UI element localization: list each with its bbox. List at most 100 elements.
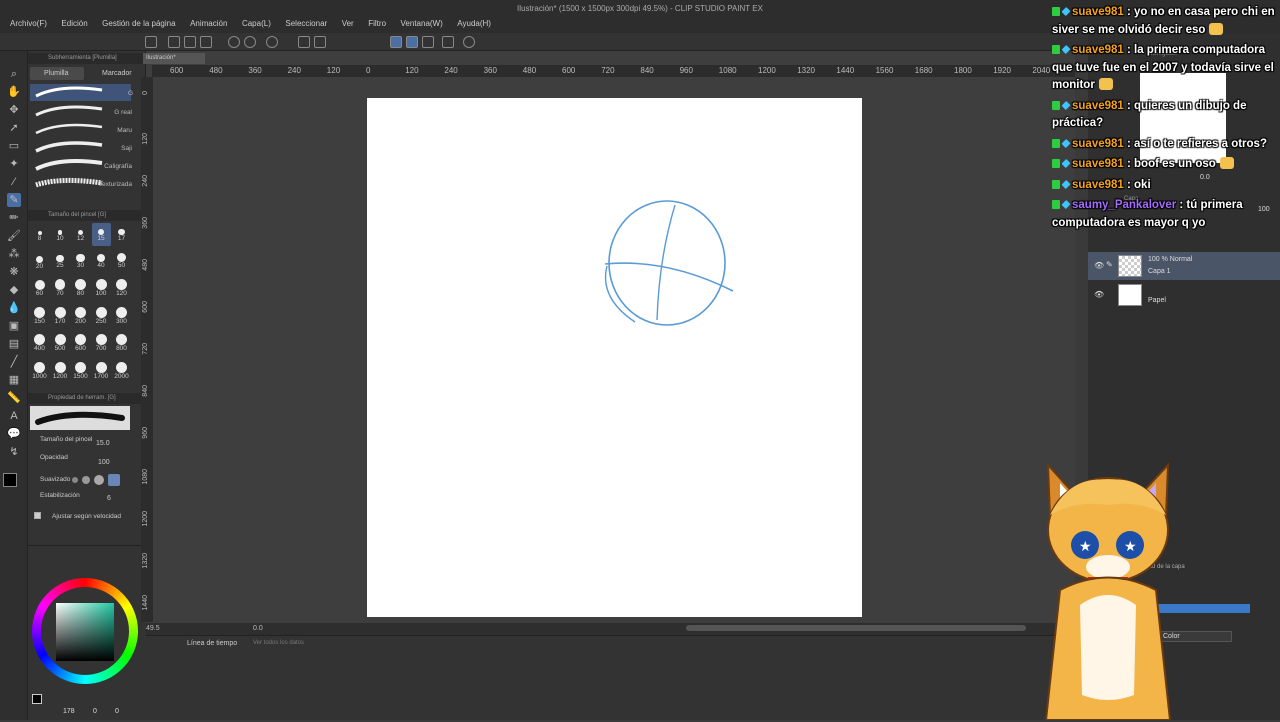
- drawing-paper[interactable]: [367, 98, 862, 617]
- brush-size-option[interactable]: 170: [51, 306, 70, 329]
- canvas-tab[interactable]: Ilustración*: [143, 53, 205, 64]
- edit-icon[interactable]: ✎: [1106, 260, 1113, 269]
- snap-special-ruler-icon[interactable]: [406, 36, 418, 48]
- figure-tool-icon[interactable]: ╱: [7, 355, 21, 369]
- menu-edicion[interactable]: Edición: [55, 17, 93, 31]
- brush-size-option[interactable]: 1500: [71, 361, 90, 384]
- brush-tool-icon[interactable]: 🖌: [7, 229, 21, 243]
- gradient-tool-icon[interactable]: ▤: [7, 337, 21, 351]
- brush-item-maru[interactable]: Maru: [30, 121, 132, 138]
- auto-select-icon[interactable]: ✦: [7, 157, 21, 171]
- fill-tool-icon[interactable]: ▣: [7, 319, 21, 333]
- menu-seleccionar[interactable]: Seleccionar: [279, 17, 333, 31]
- frame-tool-icon[interactable]: ▦: [7, 373, 21, 387]
- text-tool-icon[interactable]: A: [7, 409, 21, 423]
- brush-size-option[interactable]: 1000: [30, 361, 49, 384]
- settings-icon[interactable]: [463, 36, 475, 48]
- brush-size-option[interactable]: 80: [71, 278, 90, 301]
- brush-size-option[interactable]: 250: [92, 306, 111, 329]
- stabilization-value[interactable]: 6: [107, 495, 111, 502]
- brush-size-option[interactable]: 60: [30, 278, 49, 301]
- brush-size-option[interactable]: 1700: [92, 361, 111, 384]
- brush-size-option[interactable]: 100: [92, 278, 111, 301]
- main-color-swatch[interactable]: [3, 473, 17, 487]
- brush-size-option[interactable]: 12: [71, 223, 90, 246]
- brush-size-option[interactable]: 200: [71, 306, 90, 329]
- layer-row[interactable]: 👁 Papel: [1088, 281, 1280, 309]
- brush-size-option[interactable]: 70: [51, 278, 70, 301]
- menu-ventana[interactable]: Ventana(W): [395, 17, 449, 31]
- eye-icon[interactable]: 👁: [1094, 290, 1104, 299]
- snap-ruler-icon[interactable]: [390, 36, 402, 48]
- timeline-sub-label[interactable]: Ver todos los datos: [253, 640, 304, 646]
- menu-filtro[interactable]: Filtro: [362, 17, 392, 31]
- brush-size-option[interactable]: 30: [71, 251, 90, 274]
- transform-icon[interactable]: [314, 36, 326, 48]
- opacity-value[interactable]: 100: [98, 459, 110, 466]
- tab-plumilla[interactable]: Plumilla: [30, 67, 84, 80]
- brush-size-option[interactable]: 150: [30, 306, 49, 329]
- eye-icon[interactable]: 👁: [1094, 261, 1104, 270]
- move-tool-icon[interactable]: ✥: [7, 103, 21, 117]
- menu-ver[interactable]: Ver: [336, 17, 360, 31]
- hand-tool-icon[interactable]: ✋: [7, 85, 21, 99]
- brush-size-option[interactable]: 25: [51, 251, 70, 274]
- brush-size-option[interactable]: 17: [112, 223, 131, 246]
- brush-size-option[interactable]: 700: [92, 333, 111, 356]
- horizontal-scrollbar[interactable]: [686, 625, 1026, 631]
- fill-icon[interactable]: [298, 36, 310, 48]
- menu-ayuda[interactable]: Ayuda(H): [451, 17, 497, 31]
- menu-archivo[interactable]: Archivo(F): [4, 17, 53, 31]
- brush-item-g-real[interactable]: G real: [30, 103, 132, 120]
- anti-alias-selector[interactable]: [72, 474, 132, 486]
- brush-size-option[interactable]: 400: [30, 333, 49, 356]
- brush-size-option[interactable]: 120: [112, 278, 131, 301]
- brush-size-option[interactable]: 800: [112, 333, 131, 356]
- menu-animacion[interactable]: Animación: [184, 17, 233, 31]
- color-wheel[interactable]: [32, 578, 138, 684]
- decoration-tool-icon[interactable]: ❋: [7, 265, 21, 279]
- brush-size-option[interactable]: 10: [51, 223, 70, 246]
- eyedropper-icon[interactable]: ⁄: [7, 175, 21, 189]
- selection-tool-icon[interactable]: ▭: [7, 139, 21, 153]
- brush-size-option[interactable]: 2000: [112, 361, 131, 384]
- balloon-tool-icon[interactable]: 💬: [7, 427, 21, 441]
- brush-size-option[interactable]: 600: [71, 333, 90, 356]
- timeline-label[interactable]: Línea de tiempo: [187, 640, 237, 647]
- menu-capa[interactable]: Capa(L): [236, 17, 277, 31]
- pencil-tool-icon[interactable]: ✏: [7, 211, 21, 225]
- correct-line-icon[interactable]: ↯: [7, 445, 21, 459]
- undo-icon[interactable]: [228, 36, 240, 48]
- brush-size-option[interactable]: 8: [30, 223, 49, 246]
- brush-size-option[interactable]: 40: [92, 251, 111, 274]
- loading-icon[interactable]: [266, 36, 278, 48]
- rotation-readout[interactable]: 0.0: [253, 625, 263, 632]
- brush-item-texturizada[interactable]: Texturizada: [30, 175, 132, 192]
- airbrush-tool-icon[interactable]: ⁂: [7, 247, 21, 261]
- speed-checkbox[interactable]: [34, 512, 41, 519]
- ruler-tool-icon[interactable]: 📏: [7, 391, 21, 405]
- color-swatch[interactable]: [32, 694, 42, 704]
- operation-tool-icon[interactable]: ➚: [7, 121, 21, 135]
- brush-size-option[interactable]: 20: [30, 251, 49, 274]
- brush-item-caligrafia[interactable]: Caligrafía: [30, 157, 132, 174]
- brush-size-option[interactable]: 1200: [51, 361, 70, 384]
- brush-item-g[interactable]: G: [30, 84, 133, 101]
- brush-size-option[interactable]: 50: [112, 251, 131, 274]
- menu-gestion-pagina[interactable]: Gestión de la página: [96, 17, 181, 31]
- pen-tool-icon[interactable]: ✎: [7, 193, 21, 207]
- blend-tool-icon[interactable]: 💧: [7, 301, 21, 315]
- brush-size-option[interactable]: 15: [91, 223, 111, 246]
- zoom-tool-icon[interactable]: ⌕: [7, 67, 21, 81]
- redo-icon[interactable]: [244, 36, 256, 48]
- saturation-square[interactable]: [56, 603, 114, 661]
- save-icon[interactable]: [200, 36, 212, 48]
- new-canvas-icon[interactable]: [145, 36, 157, 48]
- snap-grid-icon[interactable]: [422, 36, 434, 48]
- layer-row[interactable]: 👁 ✎ 100 % Normal Capa 1: [1088, 252, 1280, 280]
- brush-size-value[interactable]: 15.0: [96, 440, 110, 447]
- zoom-readout[interactable]: 49.5: [146, 625, 160, 632]
- open-icon[interactable]: [184, 36, 196, 48]
- perspective-icon[interactable]: [442, 36, 454, 48]
- brush-size-option[interactable]: 300: [112, 306, 131, 329]
